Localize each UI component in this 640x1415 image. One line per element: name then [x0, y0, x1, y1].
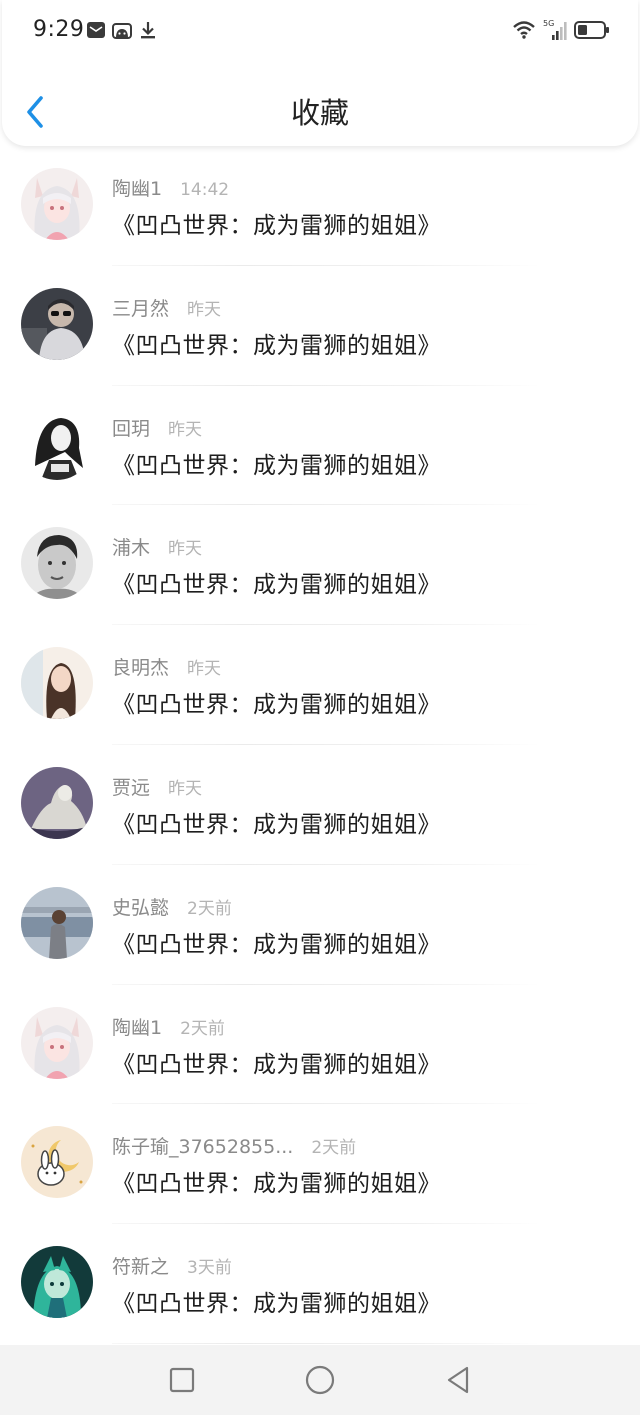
post-time: 昨天 [168, 539, 203, 560]
favorite-row[interactable]: 浦木 昨天《凹凸世界：成为雷狮的姐姐》 [0, 505, 640, 626]
favorite-row[interactable]: 陶幽1 14:42 《凹凸世界：成为雷狮的姐姐》 [0, 146, 640, 266]
user-name[interactable]: 陶幽1 [112, 174, 162, 201]
favorite-row[interactable]: 符新之 3天前《凹凸世界：成为雷狮的姐姐》 [0, 1224, 640, 1344]
row-meta: 符新之 3天前 [112, 1252, 232, 1279]
favorite-row[interactable]: 史弘懿 2天前《凹凸世界：成为雷狮的姐姐》 [0, 865, 640, 985]
post-time: 14:42 [180, 180, 230, 200]
back-triangle-icon[interactable] [440, 1362, 476, 1398]
favorite-row[interactable]: 良明杰 昨天《凹凸世界：成为雷狮的姐姐》 [0, 625, 640, 745]
avatar-image [21, 1246, 93, 1319]
row-divider [112, 1342, 542, 1344]
row-meta: 回玥 昨天 [112, 414, 202, 441]
home-circle-icon[interactable] [302, 1362, 338, 1398]
row-meta: 三月然 昨天 [112, 294, 221, 321]
avatar-image [21, 1006, 93, 1079]
row-meta: 贾远 昨天 [112, 773, 202, 800]
user-name[interactable]: 回玥 [112, 414, 150, 441]
nav-bar [0, 1345, 640, 1415]
top-card: 9:29 5G 收藏 [2, 0, 638, 146]
favorite-row[interactable]: 贾远 昨天《凹凸世界：成为雷狮的姐姐》 [0, 745, 640, 865]
post-time: 昨天 [187, 659, 222, 680]
favorites-list: 陶幽1 14:42 《凹凸世界：成为雷狮的姐姐》 三月然 昨天 《凹凸世界：成为雷狮的姐姐… [0, 146, 640, 1345]
user-avatar[interactable] [21, 886, 93, 959]
user-name[interactable]: 浦木 [112, 533, 150, 560]
screen: 9:29 5G 收藏 陶幽1 14:42 《凹凸世界：成为雷狮的姐姐》 三月然 … [0, 0, 640, 1415]
android-icon [112, 23, 132, 39]
wifi-icon [513, 21, 535, 39]
user-name[interactable]: 三月然 [112, 294, 169, 321]
header: 收藏 [2, 64, 638, 146]
user-name[interactable]: 陶幽1 [112, 1013, 162, 1040]
signal-5g-icon: 5G [543, 19, 567, 40]
user-name[interactable]: 贾远 [112, 773, 150, 800]
post-title[interactable]: 《凹凸世界：成为雷狮的姐姐》 [112, 1045, 441, 1079]
post-title[interactable]: 《凹凸世界：成为雷狮的姐姐》 [112, 685, 441, 719]
user-name[interactable]: 陈子瑜_37652855... [112, 1132, 293, 1159]
post-time: 2天前 [311, 1138, 357, 1159]
battery-icon [574, 21, 609, 39]
avatar-image [21, 647, 93, 720]
user-avatar[interactable] [21, 287, 93, 360]
post-time: 昨天 [187, 299, 222, 320]
favorite-row[interactable]: 陶幽1 2天前《凹凸世界：成为雷狮的姐姐》 [0, 985, 640, 1105]
row-meta: 史弘懿 2天前 [112, 893, 232, 920]
download-icon [141, 22, 155, 39]
message-icon [87, 22, 105, 38]
user-avatar[interactable] [21, 766, 93, 839]
user-avatar[interactable] [21, 407, 93, 480]
post-title[interactable]: 《凹凸世界：成为雷狮的姐姐》 [112, 925, 441, 959]
user-name[interactable]: 史弘懿 [112, 893, 169, 920]
avatar-image [21, 407, 93, 480]
post-title[interactable]: 《凹凸世界：成为雷狮的姐姐》 [112, 1164, 441, 1198]
avatar-image [21, 527, 93, 600]
recents-square-icon[interactable] [164, 1362, 200, 1398]
post-time: 昨天 [168, 419, 203, 440]
status-time: 9:29 [33, 17, 85, 42]
row-meta: 陶幽1 14:42 [112, 174, 229, 201]
row-meta: 陈子瑜_37652855... 2天前 [112, 1132, 356, 1159]
avatar-image [21, 766, 93, 839]
user-name[interactable]: 符新之 [112, 1252, 169, 1279]
user-avatar[interactable] [21, 1006, 93, 1079]
user-avatar[interactable] [21, 1246, 93, 1319]
row-meta: 浦木 昨天 [112, 533, 202, 560]
status-bar: 9:29 5G [2, 0, 638, 64]
post-title[interactable]: 《凹凸世界：成为雷狮的姐姐》 [112, 565, 441, 599]
post-time: 昨天 [168, 778, 203, 799]
status-left-icons [86, 20, 158, 40]
post-title[interactable]: 《凹凸世界：成为雷狮的姐姐》 [112, 326, 441, 360]
row-meta: 陶幽1 2天前 [112, 1013, 225, 1040]
avatar-image [21, 886, 93, 959]
post-title[interactable]: 《凹凸世界：成为雷狮的姐姐》 [112, 206, 441, 240]
avatar-image [21, 1126, 93, 1199]
favorite-row[interactable]: 回玥 昨天《凹凸世界：成为雷狮的姐姐》 [0, 386, 640, 506]
status-right: 5G [512, 18, 610, 42]
network-label: 5G [543, 19, 554, 28]
post-time: 2天前 [187, 898, 232, 919]
user-avatar[interactable] [21, 168, 93, 240]
post-title[interactable]: 《凹凸世界：成为雷狮的姐姐》 [112, 446, 441, 480]
row-meta: 良明杰 昨天 [112, 653, 221, 680]
favorite-row[interactable]: 陈子瑜_37652855... 2天前《凹凸世界：成为雷狮的姐姐》 [0, 1104, 640, 1225]
post-time: 2天前 [180, 1018, 225, 1039]
post-time: 3天前 [187, 1258, 232, 1279]
page-title: 收藏 [290, 96, 349, 130]
user-avatar[interactable] [21, 1126, 93, 1199]
post-title[interactable]: 《凹凸世界：成为雷狮的姐姐》 [112, 805, 441, 839]
user-avatar[interactable] [21, 527, 93, 600]
post-title[interactable]: 《凹凸世界：成为雷狮的姐姐》 [112, 1284, 441, 1318]
avatar-image [21, 287, 93, 360]
favorite-row[interactable]: 三月然 昨天《凹凸世界：成为雷狮的姐姐》 [0, 266, 640, 386]
user-name[interactable]: 良明杰 [112, 653, 169, 680]
user-avatar[interactable] [21, 647, 93, 720]
avatar-image [21, 168, 93, 240]
